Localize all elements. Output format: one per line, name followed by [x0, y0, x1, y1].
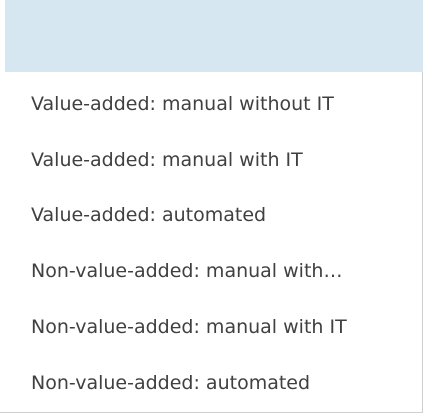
option-non-value-added-automated[interactable]: Non-value-added: automated [31, 363, 310, 403]
option-non-value-added-manual-with-it[interactable]: Non-value-added: manual with IT [31, 307, 347, 347]
highlighted-option[interactable] [5, 0, 423, 72]
option-value-added-manual-without-it[interactable]: Value-added: manual without IT [31, 84, 334, 124]
option-value-added-automated[interactable]: Value-added: automated [31, 195, 266, 235]
option-non-value-added-manual-without-it[interactable]: Non-value-added: manual with… [31, 251, 342, 291]
option-value-added-manual-with-it[interactable]: Value-added: manual with IT [31, 140, 303, 180]
dropdown-list: Value-added: manual without IT Value-add… [0, 0, 423, 413]
